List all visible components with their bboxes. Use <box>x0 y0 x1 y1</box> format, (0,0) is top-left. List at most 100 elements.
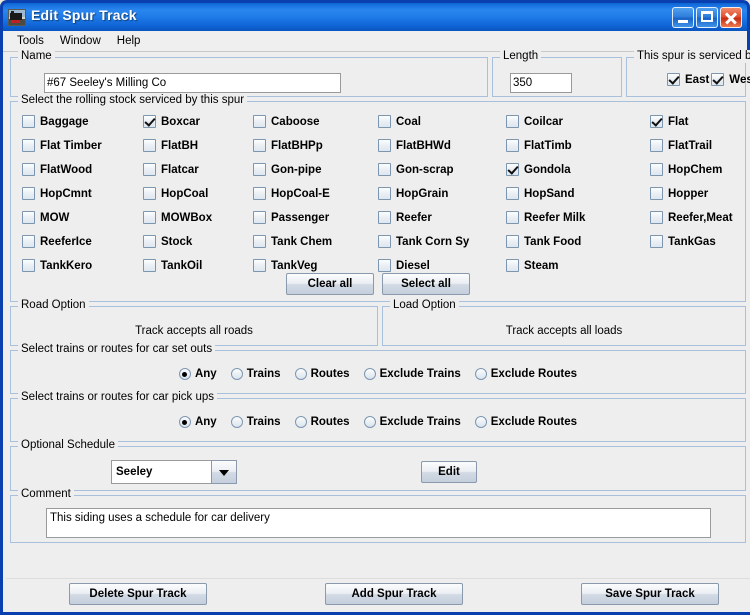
rolling-stock-checkbox[interactable]: Steam <box>506 259 650 272</box>
rolling-stock-checkbox[interactable]: Tank Chem <box>253 235 378 248</box>
rolling-stock-checkbox[interactable]: Stock <box>143 235 253 248</box>
close-button[interactable] <box>720 7 742 28</box>
rolling-stock-checkbox[interactable]: FlatTimb <box>506 139 650 152</box>
checkbox-icon[interactable] <box>22 259 35 272</box>
set-outs-radio[interactable]: Trains <box>231 368 281 380</box>
set-outs-radio[interactable]: Any <box>179 368 217 380</box>
checkbox-icon[interactable] <box>650 187 663 200</box>
rolling-stock-checkbox[interactable]: MOWBox <box>143 211 253 224</box>
pick-ups-radio[interactable]: Any <box>179 416 217 428</box>
rolling-stock-checkbox[interactable]: FlatTrail <box>650 139 739 152</box>
checkbox-icon[interactable] <box>22 139 35 152</box>
checkbox-icon[interactable] <box>143 187 156 200</box>
track-length-input[interactable] <box>510 73 572 93</box>
schedule-selected-value[interactable]: Seeley <box>111 460 211 484</box>
checkbox-icon[interactable] <box>253 139 266 152</box>
rolling-stock-checkbox[interactable]: HopCoal <box>143 187 253 200</box>
checkbox-icon[interactable] <box>506 163 519 176</box>
checkbox-icon[interactable] <box>22 163 35 176</box>
rolling-stock-checkbox[interactable]: Gon-pipe <box>253 163 378 176</box>
rolling-stock-checkbox[interactable]: FlatWood <box>22 163 143 176</box>
schedule-combobox[interactable]: Seeley <box>111 460 237 484</box>
set-outs-radio[interactable]: Exclude Routes <box>475 368 577 380</box>
checkbox-icon[interactable] <box>378 235 391 248</box>
checkbox-icon[interactable] <box>253 163 266 176</box>
checkbox-icon[interactable] <box>143 163 156 176</box>
rolling-stock-checkbox[interactable]: Baggage <box>22 115 143 128</box>
radio-icon[interactable] <box>475 368 487 380</box>
set-outs-radio[interactable]: Routes <box>295 368 350 380</box>
checkbox-icon[interactable] <box>506 259 519 272</box>
checkbox-icon[interactable] <box>506 235 519 248</box>
maximize-button[interactable] <box>696 7 718 28</box>
checkbox-icon[interactable] <box>378 211 391 224</box>
radio-icon[interactable] <box>295 416 307 428</box>
radio-icon[interactable] <box>231 416 243 428</box>
rolling-stock-checkbox[interactable]: Tank Food <box>506 235 650 248</box>
rolling-stock-checkbox[interactable]: HopGrain <box>378 187 506 200</box>
checkbox-icon[interactable] <box>650 115 663 128</box>
checkbox-icon[interactable] <box>506 115 519 128</box>
radio-icon[interactable] <box>475 416 487 428</box>
checkbox-icon[interactable] <box>378 139 391 152</box>
chevron-down-icon[interactable] <box>211 460 237 484</box>
checkbox-icon[interactable] <box>22 115 35 128</box>
rolling-stock-checkbox[interactable]: FlatBHPp <box>253 139 378 152</box>
checkbox-icon[interactable] <box>378 259 391 272</box>
checkbox-icon[interactable] <box>650 163 663 176</box>
checkbox-icon[interactable] <box>506 211 519 224</box>
rolling-stock-checkbox[interactable]: Passenger <box>253 211 378 224</box>
delete-spur-track-button[interactable]: Delete Spur Track <box>69 583 207 605</box>
checkbox-icon[interactable] <box>378 187 391 200</box>
clear-all-button[interactable]: Clear all <box>286 273 374 295</box>
select-all-button[interactable]: Select all <box>382 273 470 295</box>
minimize-button[interactable] <box>672 7 694 28</box>
rolling-stock-checkbox[interactable]: Gondola <box>506 163 650 176</box>
radio-icon[interactable] <box>179 416 191 428</box>
rolling-stock-checkbox[interactable]: Flat Timber <box>22 139 143 152</box>
pick-ups-radio[interactable]: Exclude Routes <box>475 416 577 428</box>
checkbox-icon[interactable] <box>22 211 35 224</box>
menu-item-window[interactable]: Window <box>52 33 109 49</box>
rolling-stock-checkbox[interactable]: Coal <box>378 115 506 128</box>
rolling-stock-checkbox[interactable]: Diesel <box>378 259 506 272</box>
checkbox-icon[interactable] <box>506 139 519 152</box>
rolling-stock-checkbox[interactable]: HopCoal-E <box>253 187 378 200</box>
radio-icon[interactable] <box>364 368 376 380</box>
rolling-stock-checkbox[interactable]: FlatBHWd <box>378 139 506 152</box>
checkbox-icon[interactable] <box>22 235 35 248</box>
checkbox-icon[interactable] <box>143 235 156 248</box>
rolling-stock-checkbox[interactable]: TankGas <box>650 235 739 248</box>
road-option-group[interactable]: Road Option Track accepts all roads <box>10 306 378 346</box>
checkbox-icon[interactable] <box>143 115 156 128</box>
rolling-stock-checkbox[interactable]: TankVeg <box>253 259 378 272</box>
rolling-stock-checkbox[interactable]: Reefer Milk <box>506 211 650 224</box>
menu-item-tools[interactable]: Tools <box>9 33 52 49</box>
checkbox-icon[interactable] <box>253 211 266 224</box>
rolling-stock-checkbox[interactable]: Gon-scrap <box>378 163 506 176</box>
rolling-stock-checkbox[interactable]: Caboose <box>253 115 378 128</box>
checkbox-icon[interactable] <box>506 187 519 200</box>
checkbox-icon[interactable] <box>253 259 266 272</box>
rolling-stock-checkbox[interactable]: HopCmnt <box>22 187 143 200</box>
direction-checkbox-east[interactable]: East <box>667 73 709 86</box>
rolling-stock-checkbox[interactable]: HopSand <box>506 187 650 200</box>
checkbox-icon[interactable] <box>253 235 266 248</box>
track-name-input[interactable] <box>44 73 341 93</box>
checkbox-icon[interactable] <box>650 235 663 248</box>
rolling-stock-checkbox[interactable]: Reefer,Meat <box>650 211 739 224</box>
set-outs-radio[interactable]: Exclude Trains <box>364 368 461 380</box>
rolling-stock-checkbox[interactable]: Boxcar <box>143 115 253 128</box>
rolling-stock-checkbox[interactable]: Coilcar <box>506 115 650 128</box>
load-option-group[interactable]: Load Option Track accepts all loads <box>382 306 746 346</box>
checkbox-icon[interactable] <box>253 187 266 200</box>
load-option-value[interactable]: Track accepts all loads <box>383 325 745 337</box>
checkbox-icon[interactable] <box>143 139 156 152</box>
checkbox-icon[interactable] <box>378 163 391 176</box>
checkbox-icon[interactable] <box>253 115 266 128</box>
comment-input[interactable]: This siding uses a schedule for car deli… <box>46 508 711 538</box>
checkbox-icon[interactable] <box>650 139 663 152</box>
edit-schedule-button[interactable]: Edit <box>421 461 477 483</box>
menu-item-help[interactable]: Help <box>109 33 149 49</box>
rolling-stock-checkbox[interactable]: Reefer <box>378 211 506 224</box>
